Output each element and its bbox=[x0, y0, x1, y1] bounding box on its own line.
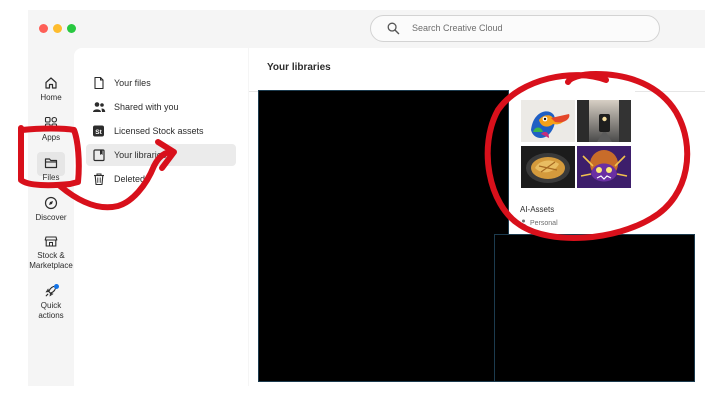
nav-stock-marketplace[interactable]: Stock & Marketplace bbox=[28, 234, 74, 271]
discover-compass-icon bbox=[44, 196, 58, 210]
zoom-window-button[interactable] bbox=[67, 24, 76, 33]
files-nav-panel: Your files Shared with you St Licensed S… bbox=[74, 48, 248, 386]
toucan-artwork-image bbox=[521, 100, 575, 142]
files-nav-licensed-stock[interactable]: St Licensed Stock assets bbox=[86, 120, 236, 142]
library-thumbnail-creature bbox=[577, 146, 631, 188]
creature-artwork-image bbox=[577, 146, 631, 188]
nav-apps-label: Apps bbox=[41, 133, 61, 142]
library-owner-label: Personal bbox=[530, 220, 558, 227]
nav-apps[interactable]: Apps bbox=[28, 116, 74, 143]
files-nav-label: Your files bbox=[114, 78, 151, 88]
files-nav-your-libraries[interactable]: Your libraries bbox=[86, 144, 236, 166]
train-station-image bbox=[577, 100, 631, 142]
files-nav-your-files[interactable]: Your files bbox=[86, 72, 236, 94]
nav-home[interactable]: Home bbox=[28, 76, 74, 103]
left-nav-rail: Home Apps Files Discover Stock & Marketp… bbox=[28, 56, 74, 386]
search-placeholder: Search Creative Cloud bbox=[412, 23, 503, 33]
nav-home-label: Home bbox=[40, 93, 62, 102]
nav-stock-label-line1: Stock & bbox=[37, 251, 65, 260]
nav-quick-label-line1: Quick bbox=[40, 301, 62, 310]
library-icon bbox=[93, 149, 105, 162]
files-nav-shared-with-you[interactable]: Shared with you bbox=[86, 96, 236, 118]
nav-quick-label-line2: actions bbox=[38, 311, 64, 320]
user-icon bbox=[520, 219, 527, 226]
files-nav-label: Shared with you bbox=[114, 102, 179, 112]
quick-actions-badge bbox=[54, 284, 59, 289]
library-card-ai-assets[interactable]: AI-Assets Personal bbox=[509, 90, 635, 234]
nav-quick-actions[interactable]: Quick actions bbox=[28, 284, 74, 321]
search-icon bbox=[387, 22, 400, 35]
nav-files-label: Files bbox=[42, 173, 60, 182]
search-bar[interactable]: Search Creative Cloud bbox=[370, 15, 660, 42]
redacted-library-area-bottom bbox=[494, 234, 695, 382]
files-nav-label: Your libraries bbox=[114, 150, 167, 160]
files-nav-label: Deleted bbox=[114, 174, 146, 184]
shared-users-icon bbox=[93, 102, 106, 112]
stock-st-icon: St bbox=[93, 125, 104, 137]
files-nav-deleted[interactable]: Deleted bbox=[86, 168, 236, 190]
nav-discover-label: Discover bbox=[35, 213, 67, 222]
library-thumbnail-toucan bbox=[521, 100, 575, 142]
home-icon bbox=[45, 77, 57, 89]
trash-icon bbox=[94, 173, 104, 186]
food-dish-image bbox=[521, 146, 575, 188]
redacted-library-area-left bbox=[258, 90, 509, 382]
minimize-window-button[interactable] bbox=[53, 24, 62, 33]
close-window-button[interactable] bbox=[39, 24, 48, 33]
title-bar: Search Creative Cloud bbox=[28, 10, 705, 48]
storefront-icon bbox=[44, 236, 58, 247]
nav-stock-label-line2: Marketplace bbox=[29, 261, 73, 270]
library-thumbnail-food bbox=[521, 146, 575, 188]
files-nav-label: Licensed Stock assets bbox=[114, 126, 204, 136]
file-icon bbox=[94, 76, 104, 90]
page-title: Your libraries bbox=[267, 62, 331, 73]
apps-grid-icon bbox=[44, 116, 58, 130]
folder-icon bbox=[44, 158, 58, 169]
svg-text:St: St bbox=[95, 129, 102, 136]
library-name: AI-Assets bbox=[520, 205, 555, 214]
nav-files[interactable]: Files bbox=[28, 152, 74, 183]
nav-discover[interactable]: Discover bbox=[28, 196, 74, 223]
library-thumbnail-train bbox=[577, 100, 631, 142]
library-owner: Personal bbox=[520, 219, 558, 227]
